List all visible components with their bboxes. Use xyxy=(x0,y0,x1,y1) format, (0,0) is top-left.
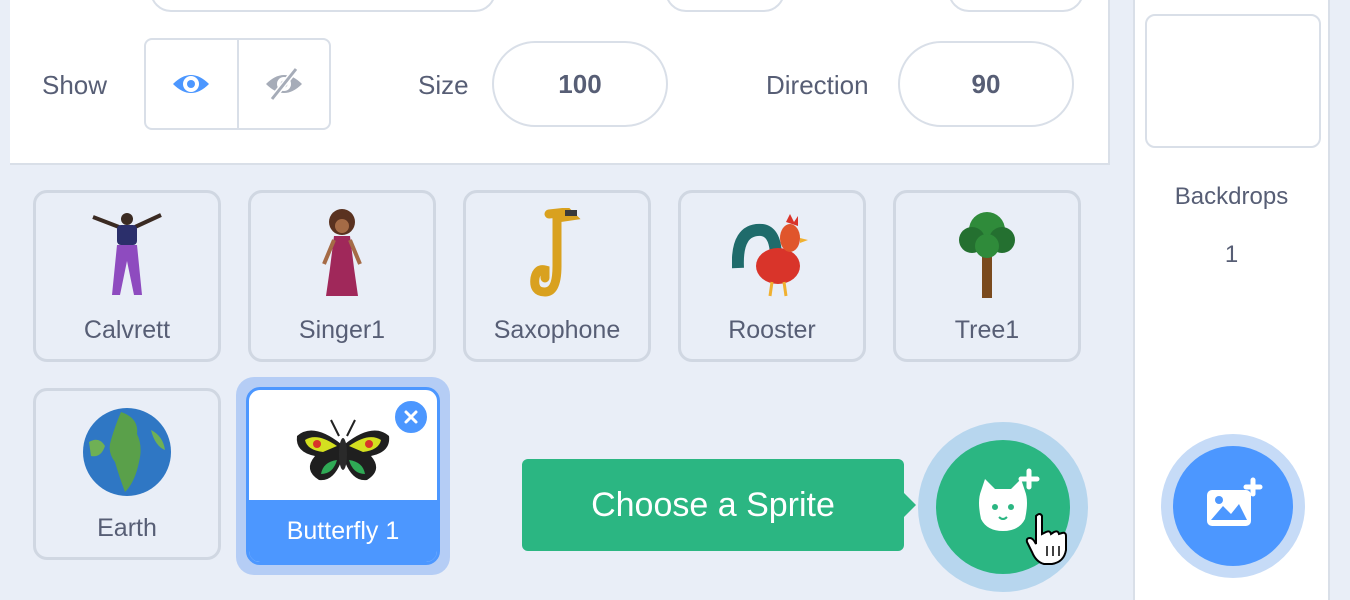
sprite-name: Tree1 xyxy=(954,316,1020,344)
sprite-name: Rooster xyxy=(728,316,816,344)
sprite-thumbnail xyxy=(681,205,863,303)
sprite-thumbnail xyxy=(36,205,218,303)
sprite-thumbnail xyxy=(36,403,218,501)
sprite-tile[interactable]: Earth xyxy=(33,388,221,560)
sprite-tile[interactable]: Singer1 xyxy=(248,190,436,362)
rooster-icon xyxy=(732,214,808,297)
sprite-tile[interactable]: Tree1 xyxy=(893,190,1081,362)
dancer-icon xyxy=(92,213,162,295)
sprite-thumbnail xyxy=(466,205,648,303)
backdrops-count: 1 xyxy=(1224,241,1239,268)
sprite-thumbnail xyxy=(251,205,433,303)
choose-backdrop-button[interactable] xyxy=(1173,446,1293,566)
tree-icon xyxy=(959,212,1015,298)
stage-selector: Backdrops 1 xyxy=(1133,0,1330,600)
size-label: Size xyxy=(418,70,469,100)
sprite-name: Saxophone xyxy=(493,316,621,344)
sprite-tile[interactable]: Rooster xyxy=(678,190,866,362)
sprite-name-field[interactable] xyxy=(948,0,1084,12)
sprite-thumbnail xyxy=(896,205,1078,303)
visibility-toggle xyxy=(144,38,331,130)
tooltip-arrow xyxy=(904,493,916,517)
show-label: Show xyxy=(42,70,108,100)
saxophone-icon xyxy=(530,208,581,297)
sprite-info-panel: Show Size 100 Direction 90 xyxy=(10,0,1110,165)
sprite-name: Butterfly 1 xyxy=(249,500,437,562)
delete-sprite-button[interactable] xyxy=(392,398,430,436)
direction-input[interactable]: 90 xyxy=(898,41,1074,127)
sprite-name: Calvrett xyxy=(83,316,171,344)
sprite-name: Earth xyxy=(97,514,157,542)
image-plus-icon xyxy=(1207,477,1263,526)
globe-icon xyxy=(83,408,171,496)
sprite-pane: Show Size 100 Direction 90 Calvrett Sing… xyxy=(0,0,1350,600)
eye-icon xyxy=(173,75,210,93)
butterfly-icon xyxy=(296,419,390,481)
sprite-name: Singer1 xyxy=(298,316,386,344)
show-button[interactable] xyxy=(146,40,237,128)
sprite-tile[interactable]: Saxophone xyxy=(463,190,651,362)
choose-sprite-tooltip: Choose a Sprite xyxy=(522,459,904,551)
close-icon xyxy=(404,410,418,424)
hide-button[interactable] xyxy=(236,40,330,128)
window-edge xyxy=(1330,0,1350,600)
sprite-tile[interactable]: Calvrett xyxy=(33,190,221,362)
direction-label: Direction xyxy=(766,70,869,100)
stage-thumbnail[interactable] xyxy=(1145,14,1321,148)
singer-icon xyxy=(322,209,362,296)
eye-slash-icon xyxy=(265,67,302,101)
x-position-field[interactable] xyxy=(150,0,496,12)
y-position-field[interactable] xyxy=(665,0,785,12)
backdrops-label: Backdrops xyxy=(1174,183,1289,210)
size-input[interactable]: 100 xyxy=(492,41,668,127)
hand-cursor-icon xyxy=(1025,513,1067,565)
